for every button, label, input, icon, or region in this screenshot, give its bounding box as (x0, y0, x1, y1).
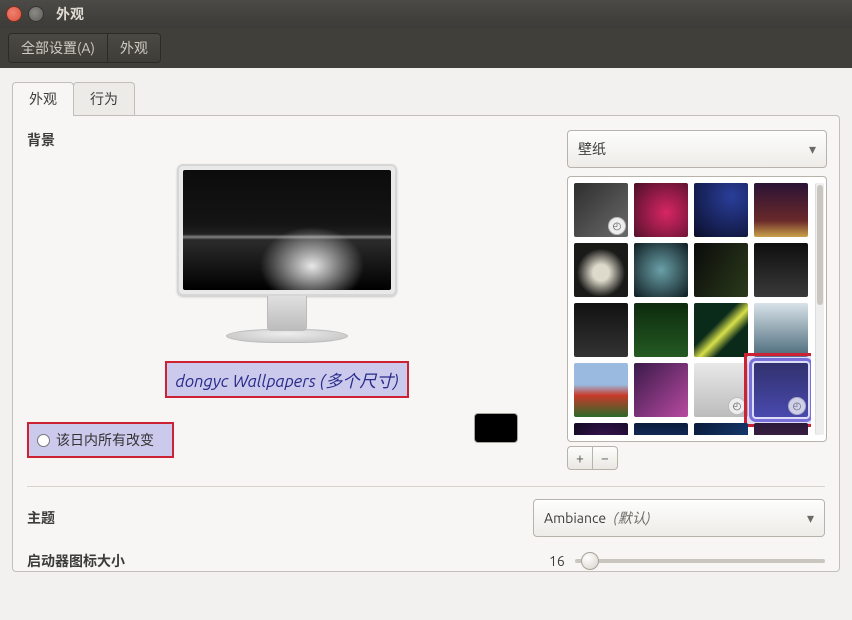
theme-row: 主题 Ambiance (默认) ▾ (27, 499, 825, 537)
all-settings-button[interactable]: 全部设置(A) (9, 34, 107, 62)
theme-combo[interactable]: Ambiance (默认) ▾ (533, 499, 825, 537)
notebook-tabs: 外观 行为 (12, 82, 840, 115)
theme-default-suffix: (默认) (613, 510, 650, 526)
appearance-window: 外观 全部设置(A) 外观 外观 行为 背景 (0, 0, 852, 620)
launcher-size-label: 启动器图标大小 (27, 551, 207, 571)
notebook: 外观 行为 背景 dongyc Wallpapers (多个尺寸) (12, 82, 840, 572)
same-day-changes-label: 该日内所有改变 (56, 430, 154, 450)
wallpaper-thumb[interactable]: ◴ (694, 363, 748, 417)
tab-look[interactable]: 外观 (12, 82, 74, 115)
window-title: 外观 (56, 4, 84, 24)
window-close-button[interactable] (6, 6, 22, 22)
separator (27, 486, 825, 487)
wallpaper-thumb[interactable] (754, 423, 808, 435)
wallpaper-source-combo[interactable]: 壁纸 ▾ (567, 130, 827, 168)
wallpaper-thumb[interactable] (634, 243, 688, 297)
tab-behavior[interactable]: 行为 (73, 82, 135, 115)
wallpaper-grid[interactable]: ◴ ◴ ◴ (574, 183, 811, 435)
wallpaper-thumb[interactable]: ◴ (574, 183, 628, 237)
titlebar: 外观 (0, 0, 852, 28)
wallpaper-grid-toolbar: + − (567, 446, 827, 470)
wallpaper-name: dongyc Wallpapers (多个尺寸) (165, 361, 408, 398)
wallpaper-thumb[interactable] (634, 183, 688, 237)
remove-wallpaper-button[interactable]: − (593, 446, 618, 470)
background-color-swatch[interactable] (474, 413, 518, 443)
wallpaper-source-value: 壁纸 (578, 139, 606, 159)
breadcrumb: 全部设置(A) 外观 (8, 33, 161, 63)
launcher-size-row: 启动器图标大小 16 (27, 551, 825, 571)
wallpaper-thumb[interactable] (574, 243, 628, 297)
same-day-changes-option[interactable]: 该日内所有改变 (27, 422, 174, 458)
slider-knob[interactable] (581, 552, 599, 570)
tab-look-page: 背景 dongyc Wallpapers (多个尺寸) (12, 115, 840, 572)
wallpaper-thumb[interactable] (694, 303, 748, 357)
chevron-down-icon: ▾ (809, 141, 816, 158)
background-row: 背景 dongyc Wallpapers (多个尺寸) (27, 130, 825, 470)
path-toolbar: 全部设置(A) 外观 (0, 28, 852, 68)
wallpaper-thumb[interactable] (574, 303, 628, 357)
clock-icon: ◴ (788, 397, 806, 415)
theme-label: 主题 (27, 508, 207, 528)
wallpaper-thumb[interactable] (694, 423, 748, 435)
wallpaper-thumb[interactable]: ◴ (754, 363, 808, 417)
wallpaper-thumb[interactable] (694, 183, 748, 237)
window-minimize-button[interactable] (28, 6, 44, 22)
launcher-size-value: 16 (549, 553, 565, 569)
wallpaper-thumb[interactable] (754, 243, 808, 297)
background-label: 背景 (27, 130, 547, 150)
monitor-illustration (177, 164, 397, 343)
chevron-down-icon: ▾ (807, 510, 814, 527)
radio-icon (37, 434, 50, 447)
wallpaper-thumb[interactable] (634, 423, 688, 435)
clock-icon: ◴ (608, 217, 626, 235)
wallpaper-preview: dongyc Wallpapers (多个尺寸) (27, 158, 547, 398)
wallpaper-thumb[interactable] (574, 363, 628, 417)
background-preview-column: 背景 dongyc Wallpapers (多个尺寸) (27, 130, 547, 458)
add-wallpaper-button[interactable]: + (567, 446, 593, 470)
wallpaper-thumb[interactable] (574, 423, 628, 435)
wallpaper-thumb[interactable] (694, 243, 748, 297)
theme-value: Ambiance (544, 510, 606, 526)
wallpaper-grid-frame: ◴ ◴ ◴ (567, 176, 827, 442)
breadcrumb-current[interactable]: 外观 (107, 34, 160, 62)
clock-icon: ◴ (728, 397, 746, 415)
wallpaper-grid-scrollbar[interactable] (815, 183, 824, 435)
wallpaper-picker-column: 壁纸 ▾ ◴ ◴ ◴ + − (567, 130, 827, 470)
wallpaper-thumb[interactable] (754, 303, 808, 357)
wallpaper-thumb[interactable] (754, 183, 808, 237)
content: 外观 行为 背景 dongyc Wallpapers (多个尺寸) (0, 68, 852, 572)
wallpaper-thumb[interactable] (634, 363, 688, 417)
wallpaper-thumb[interactable] (634, 303, 688, 357)
launcher-size-slider[interactable] (575, 559, 825, 563)
